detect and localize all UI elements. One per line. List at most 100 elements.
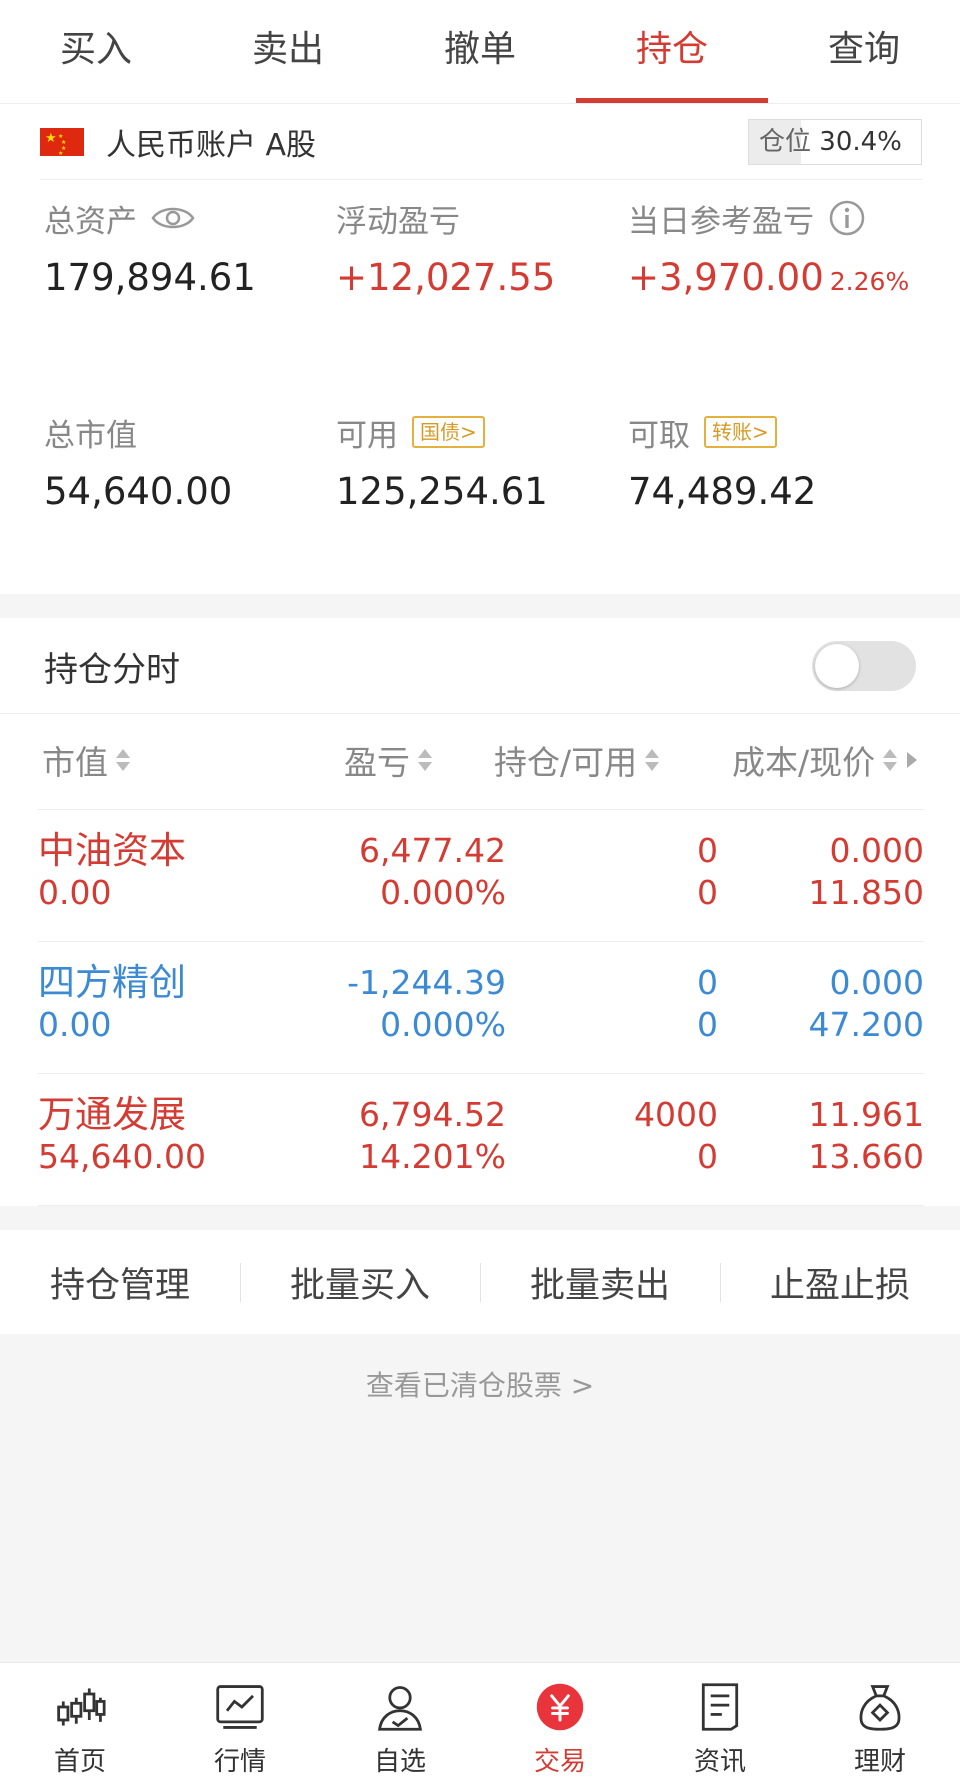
stock-pl-pct: 0.000% [380, 873, 506, 912]
timeshare-toggle[interactable] [812, 641, 916, 691]
stock-cost: 11.961 [808, 1095, 924, 1134]
stat-market-value: 总市值 54,640.00 [44, 410, 233, 514]
stock-pl: -1,244.39 [347, 963, 506, 1002]
stock-market-value: 0.00 [38, 873, 112, 912]
holdings-table: 市值 盈亏 持仓/可用 成本/现价 中油资本 0.00 6,477.42 0.0… [0, 714, 960, 1206]
position-value: 30.4% [819, 126, 902, 157]
eye-icon[interactable] [151, 204, 195, 232]
nav-home[interactable]: 首页 [0, 1663, 160, 1778]
timeshare-title: 持仓分时 [44, 650, 180, 690]
stat-daily-pl: 当日参考盈亏 +3,970.00 2.26% [628, 196, 909, 299]
stock-avail: 0 [697, 1137, 718, 1176]
floating-pl-value: +12,027.55 [336, 256, 556, 299]
total-assets-label: 总资产 [44, 203, 137, 240]
stock-market-value: 0.00 [38, 1005, 112, 1044]
tab-sell[interactable]: 卖出 [192, 0, 384, 103]
stock-pl-pct: 14.201% [359, 1137, 506, 1176]
nav-wealth-label: 理财 [853, 1747, 906, 1777]
nav-wealth[interactable]: 理财 [800, 1663, 960, 1778]
stat-available: 可用 国债> 125,254.61 [336, 410, 548, 513]
stat-floating-pl: 浮动盈亏 +12,027.55 [336, 196, 556, 300]
header-cost-price[interactable]: 成本/现价 [732, 736, 918, 784]
stock-price: 13.660 [808, 1137, 924, 1176]
sort-icon [645, 749, 660, 771]
header-pl[interactable]: 盈亏 [344, 736, 432, 784]
table-row[interactable]: 万通发展 54,640.00 6,794.52 14.201% 4000 0 1… [38, 1074, 924, 1206]
stop-profit-loss-button[interactable]: 止盈止损 [720, 1257, 960, 1308]
cleared-stocks-link[interactable]: 查看已清仓股票 > [0, 1364, 960, 1404]
account-summary: ★ ★ ★ ★ ★ 人民币账户 A股 仓位 30.4% 总资产 179,894.… [0, 104, 960, 594]
yuan-icon [536, 1683, 584, 1731]
timeshare-row: 持仓分时 [0, 618, 960, 714]
manage-holdings-button[interactable]: 持仓管理 [0, 1257, 240, 1308]
tab-buy[interactable]: 买入 [0, 0, 192, 103]
stock-price: 47.200 [808, 1005, 924, 1044]
position-label: 仓位 [759, 126, 812, 157]
tab-holdings[interactable]: 持仓 [576, 0, 768, 103]
stock-cost: 0.000 [829, 831, 924, 870]
stock-name: 中油资本 [38, 829, 186, 872]
stock-price: 11.850 [808, 873, 924, 912]
total-assets-value: 179,894.61 [44, 256, 256, 299]
daily-pl-label: 当日参考盈亏 [628, 203, 814, 240]
tab-query[interactable]: 查询 [768, 0, 960, 103]
stock-name: 万通发展 [38, 1093, 186, 1136]
stock-hold: 0 [697, 831, 718, 870]
account-name: 人民币账户 A股 [106, 127, 317, 163]
bottom-nav: 首页 行情 自选 交易 资讯 理财 [0, 1662, 960, 1778]
daily-pl-pct: 2.26% [829, 267, 910, 296]
nav-news-label: 资讯 [693, 1747, 746, 1777]
stock-avail: 0 [697, 1005, 718, 1044]
withdrawable-value: 74,489.42 [628, 470, 817, 513]
stock-pl: 6,794.52 [359, 1095, 506, 1134]
trade-tabs: 买入 卖出 撤单 持仓 查询 [0, 0, 960, 104]
available-value: 125,254.61 [336, 470, 548, 513]
stat-total-assets: 总资产 179,894.61 [44, 196, 256, 300]
toggle-knob [815, 644, 859, 688]
stock-cost: 0.000 [829, 963, 924, 1002]
header-hold-avail[interactable]: 持仓/可用 [494, 736, 660, 784]
stock-pl: 6,477.42 [359, 831, 506, 870]
market-value-value: 54,640.00 [44, 470, 233, 513]
nav-market-label: 行情 [213, 1747, 266, 1777]
nav-market[interactable]: 行情 [160, 1663, 320, 1778]
batch-buy-button[interactable]: 批量买入 [240, 1257, 480, 1308]
table-row[interactable]: 四方精创 0.00 -1,244.39 0.000% 0 0 0.000 47.… [38, 942, 924, 1074]
daily-pl-value: +3,970.00 [628, 256, 824, 299]
moneybag-icon [859, 1685, 901, 1731]
nav-trade[interactable]: 交易 [480, 1663, 640, 1778]
nav-trade-label: 交易 [533, 1747, 586, 1777]
batch-sell-button[interactable]: 批量卖出 [480, 1257, 720, 1308]
table-row[interactable]: 中油资本 0.00 6,477.42 0.000% 0 0 0.000 11.8… [38, 810, 924, 942]
nav-news[interactable]: 资讯 [640, 1663, 800, 1778]
treasury-bond-tag[interactable]: 国债> [412, 416, 485, 448]
position-ratio: 仓位 30.4% [748, 118, 922, 165]
nav-home-label: 首页 [53, 1747, 106, 1777]
floating-pl-label: 浮动盈亏 [336, 203, 460, 240]
chart-icon [216, 1685, 264, 1729]
holding-actions: 持仓管理 批量买入 批量卖出 止盈止损 [0, 1230, 960, 1334]
stat-withdrawable: 可取 转账> 74,489.42 [628, 410, 816, 513]
scroll-right-icon[interactable] [907, 752, 918, 768]
tab-cancel[interactable]: 撤单 [384, 0, 576, 103]
person-icon [377, 1686, 423, 1731]
sort-icon [883, 749, 898, 771]
available-label: 可用 [336, 417, 398, 454]
withdrawable-label: 可取 [628, 417, 690, 454]
candlestick-icon [57, 1688, 106, 1726]
info-icon[interactable] [828, 199, 866, 237]
stock-hold: 0 [697, 963, 718, 1002]
header-market-value[interactable]: 市值 [42, 736, 130, 784]
china-flag-icon: ★ ★ ★ ★ ★ [40, 127, 84, 157]
stock-name: 四方精创 [38, 961, 186, 1004]
stock-avail: 0 [697, 873, 718, 912]
table-header: 市值 盈亏 持仓/可用 成本/现价 [38, 714, 924, 810]
transfer-tag[interactable]: 转账> [704, 416, 777, 448]
stock-hold: 4000 [634, 1095, 718, 1134]
nav-watchlist[interactable]: 自选 [320, 1663, 480, 1778]
stock-market-value: 54,640.00 [38, 1137, 206, 1176]
nav-watchlist-label: 自选 [373, 1747, 426, 1777]
market-value-label: 总市值 [44, 417, 137, 454]
sort-icon [418, 749, 432, 771]
stock-pl-pct: 0.000% [380, 1005, 506, 1044]
